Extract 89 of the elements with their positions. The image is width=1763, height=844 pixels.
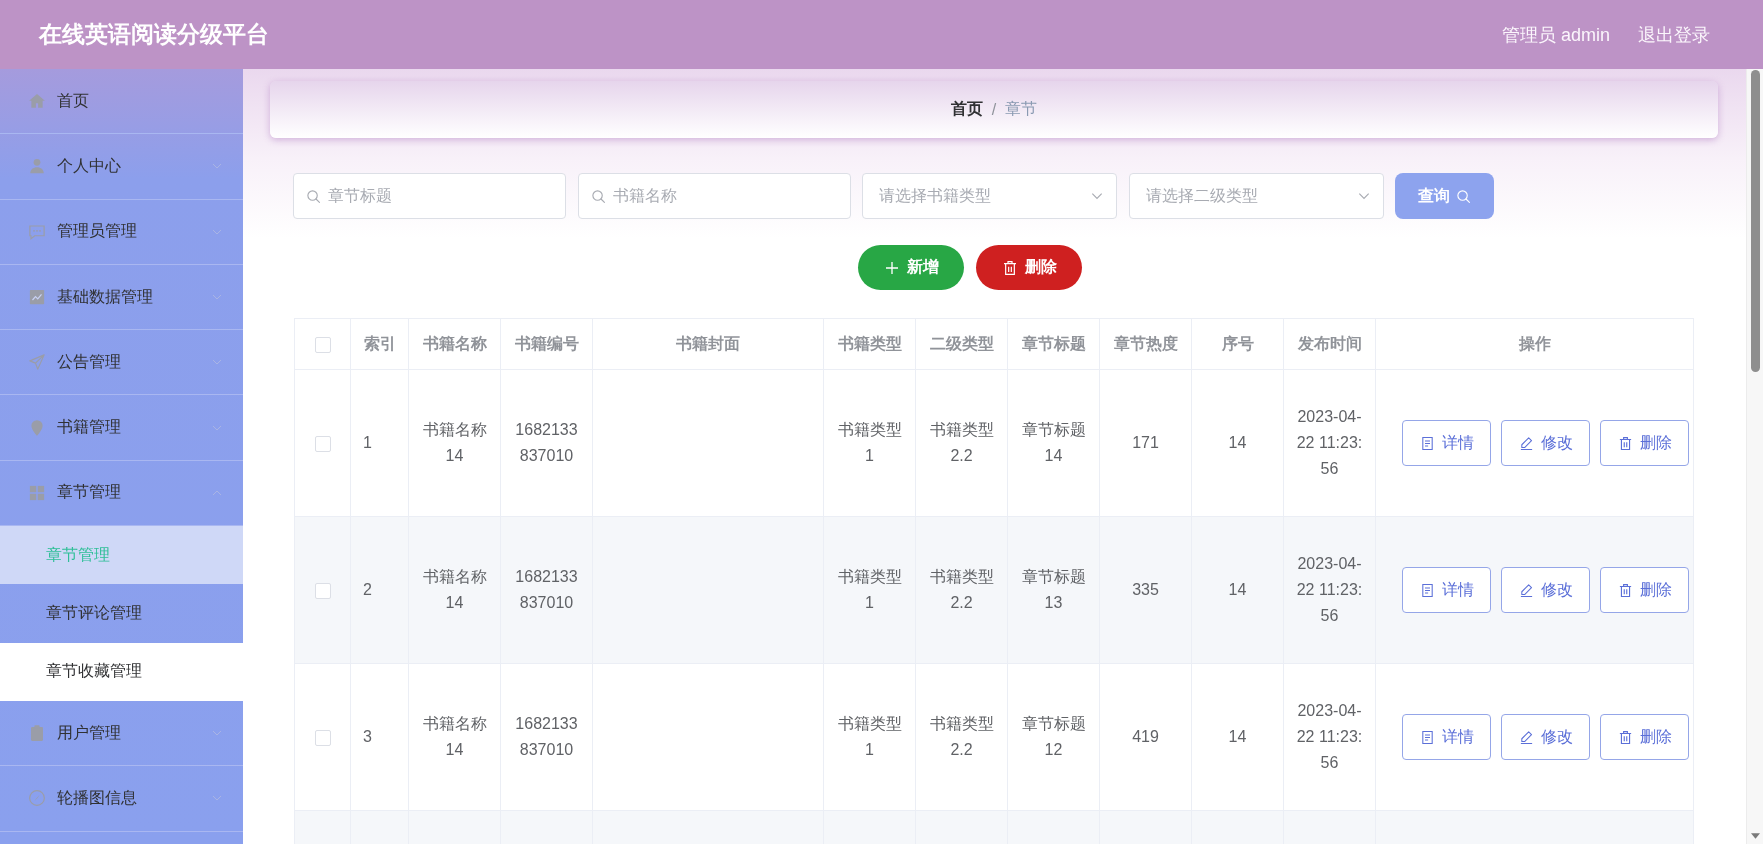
table-cell: 书籍类型1 [823, 369, 916, 517]
table-cell: 书籍类型2.2 [915, 369, 1008, 517]
plus-icon [883, 259, 900, 276]
column-header: 书籍类型 [823, 318, 916, 370]
delete-button[interactable]: 删除 [1600, 567, 1689, 613]
table-cell: 1 [350, 369, 409, 517]
document-icon [1419, 435, 1435, 451]
grid-icon [28, 483, 46, 502]
scrollbar-thumb[interactable] [1750, 70, 1760, 372]
table-cell: 335 [1099, 516, 1192, 664]
pencil-icon [1518, 582, 1534, 598]
table-cell: 书籍类型1 [823, 663, 916, 811]
table-cell: 1682133837010 [500, 369, 593, 517]
column-header: 章节标题 [1007, 318, 1100, 370]
breadcrumb-current: 章节 [1005, 99, 1038, 119]
table-cell: 2 [350, 516, 409, 664]
table-cell: 2023-04-22 11:23:56 [1283, 516, 1376, 664]
column-header: 发布时间 [1283, 318, 1376, 370]
search-button[interactable]: 查询 [1395, 173, 1494, 219]
add-button[interactable]: 新增 [858, 245, 964, 290]
row-checkbox[interactable] [314, 729, 331, 746]
trash-icon [1617, 729, 1633, 745]
document-icon [1419, 582, 1435, 598]
column-header: 书籍名称 [408, 318, 501, 370]
compass-icon [28, 789, 46, 808]
table-cell: 书籍类型2.2 [915, 516, 1008, 664]
table-cell: 2023-04-22 11:23:56 [1283, 369, 1376, 517]
app-title: 在线英语阅读分级平台 [39, 20, 269, 49]
table-cell: 书籍类型2.2 [915, 663, 1008, 811]
table-cell: 书籍名称14 [408, 369, 501, 517]
column-header: 序号 [1191, 318, 1284, 370]
row-checkbox[interactable] [314, 582, 331, 599]
table-cell: 书籍名称14 [408, 516, 501, 664]
details-button[interactable]: 详情 [1402, 567, 1491, 613]
row-checkbox[interactable] [314, 435, 331, 452]
delete-button[interactable]: 删除 [1600, 714, 1689, 760]
edit-button[interactable]: 修改 [1501, 714, 1590, 760]
edit-button[interactable]: 修改 [1501, 567, 1590, 613]
location-pin-icon [28, 418, 46, 437]
chart-icon [28, 288, 46, 307]
user-label: 管理员 admin [1501, 23, 1610, 47]
table-cell: 419 [1099, 663, 1192, 811]
breadcrumb-link[interactable]: 首页 [950, 99, 983, 120]
table-cell: 2023-04-22 11:23:56 [1283, 663, 1376, 811]
table-cell: 章节标题14 [1007, 369, 1100, 517]
dropdown-field[interactable]: 请选择书籍类型 [862, 173, 1117, 219]
table-cell: 书籍名称14 [408, 663, 501, 811]
table-cell: 171 [1099, 369, 1192, 517]
chat-bubble-icon [28, 222, 46, 241]
trash-icon [1617, 582, 1633, 598]
details-button[interactable]: 详情 [1402, 420, 1491, 466]
delete-button[interactable]: 删除 [976, 245, 1082, 290]
delete-button[interactable]: 删除 [1600, 420, 1689, 466]
sidebar-subitem[interactable]: 章节收藏管理 [0, 642, 243, 701]
table-cell: 书籍类型1 [823, 516, 916, 664]
table-cell: 14 [1191, 369, 1284, 517]
document-icon [1419, 729, 1435, 745]
paper-plane-icon [28, 353, 46, 372]
trash-icon [1001, 259, 1018, 276]
person-icon [28, 157, 46, 176]
search-icon [590, 188, 606, 204]
clipboard-icon [28, 724, 46, 743]
search-icon [1456, 188, 1471, 204]
details-button[interactable]: 详情 [1402, 714, 1491, 760]
column-header: 章节热度 [1099, 318, 1192, 370]
home-icon [28, 92, 46, 111]
table-cell: 14 [1191, 663, 1284, 811]
search-icon [306, 188, 321, 204]
select-all-checkbox[interactable] [314, 336, 331, 353]
column-header: 操作 [1375, 318, 1694, 370]
pencil-icon [1518, 435, 1534, 451]
table-cell: 14 [1191, 516, 1284, 664]
pencil-icon [1518, 729, 1534, 745]
trash-icon [1617, 435, 1633, 451]
table-cell: 1682133837010 [500, 516, 593, 664]
breadcrumb-separator: / [991, 100, 997, 119]
table-cell: 3 [350, 663, 409, 811]
edit-button[interactable]: 修改 [1501, 420, 1590, 466]
sidebar-subitem[interactable]: 章节评论管理 [0, 584, 243, 643]
scroll-down-icon[interactable] [1750, 833, 1760, 839]
scrollbar[interactable] [1746, 69, 1763, 844]
column-header: 书籍封面 [592, 318, 824, 370]
table-cell: 章节标题12 [1007, 663, 1100, 811]
table-cell: 章节标题13 [1007, 516, 1100, 664]
table-cell: 1682133837010 [500, 663, 593, 811]
logout-link[interactable]: 退出登录 [1638, 22, 1710, 47]
column-header: 二级类型 [915, 318, 1008, 370]
column-header: 索引 [350, 318, 409, 370]
column-header: 书籍编号 [500, 318, 593, 370]
